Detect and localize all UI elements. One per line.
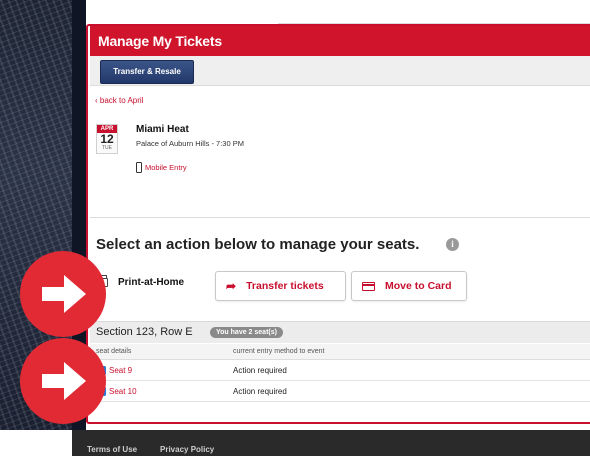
print-at-home-button[interactable]: Print-at-Home	[98, 275, 185, 288]
event-title: Miami Heat	[136, 124, 189, 135]
mobile-entry-link[interactable]: Mobile Entry	[136, 162, 187, 173]
seat-table-header: seat details current entry method to eve…	[90, 344, 590, 360]
top-bar-area	[278, 0, 590, 24]
phone-icon	[136, 162, 142, 173]
event-day: 12	[100, 132, 114, 146]
move-to-card-label: Move to Card	[385, 280, 452, 292]
transfer-resale-button[interactable]: Transfer & Resale	[100, 60, 194, 84]
arrow-right-icon	[20, 338, 106, 424]
screenshot-canvas: Manage My Tickets Transfer & Resale ‹ ba…	[0, 0, 590, 456]
share-arrow-icon: ➦	[226, 279, 237, 293]
section-label: Section 123, Row E	[96, 326, 193, 338]
tab-bar: Transfer & Resale	[90, 56, 590, 86]
card-icon	[362, 281, 375, 291]
page-title: Manage My Tickets	[98, 33, 222, 49]
divider	[90, 217, 590, 218]
arrow-right-icon	[20, 251, 106, 337]
table-row: ✓ Seat 9 Action required	[90, 361, 590, 381]
move-to-card-button[interactable]: Move to Card	[351, 271, 467, 301]
event-date-badge: APR 12 TUE	[96, 124, 118, 154]
transfer-tickets-button[interactable]: ➦ Transfer tickets	[215, 271, 346, 301]
back-link-label: back to April	[99, 96, 144, 105]
page-footer: Terms of Use Privacy Policy	[72, 430, 590, 456]
entry-status: Action required	[233, 366, 287, 375]
seat-link[interactable]: Seat 10	[109, 387, 137, 396]
privacy-policy-link[interactable]: Privacy Policy	[160, 445, 214, 454]
terms-of-use-link[interactable]: Terms of Use	[87, 445, 137, 454]
table-row: ✓ Seat 10 Action required	[90, 382, 590, 402]
mobile-entry-label: Mobile Entry	[145, 163, 187, 172]
section-header: Section 123, Row E You have 2 seat(s)	[90, 321, 590, 343]
column-header-entry-method: current entry method to event	[233, 348, 325, 355]
entry-status: Action required	[233, 387, 287, 396]
transfer-tickets-label: Transfer tickets	[246, 280, 324, 292]
back-link[interactable]: ‹ back to April	[95, 96, 143, 105]
event-venue: Palace of Auburn Hills - 7:30 PM	[136, 139, 244, 148]
seat-link[interactable]: Seat 9	[109, 366, 132, 375]
info-icon[interactable]: i	[446, 238, 459, 251]
actions-heading: Select an action below to manage your se…	[96, 236, 420, 253]
event-weekday: TUE	[102, 145, 112, 151]
page-header: Manage My Tickets	[90, 26, 590, 56]
print-at-home-label: Print-at-Home	[118, 277, 185, 288]
seat-count-badge: You have 2 seat(s)	[210, 327, 283, 338]
